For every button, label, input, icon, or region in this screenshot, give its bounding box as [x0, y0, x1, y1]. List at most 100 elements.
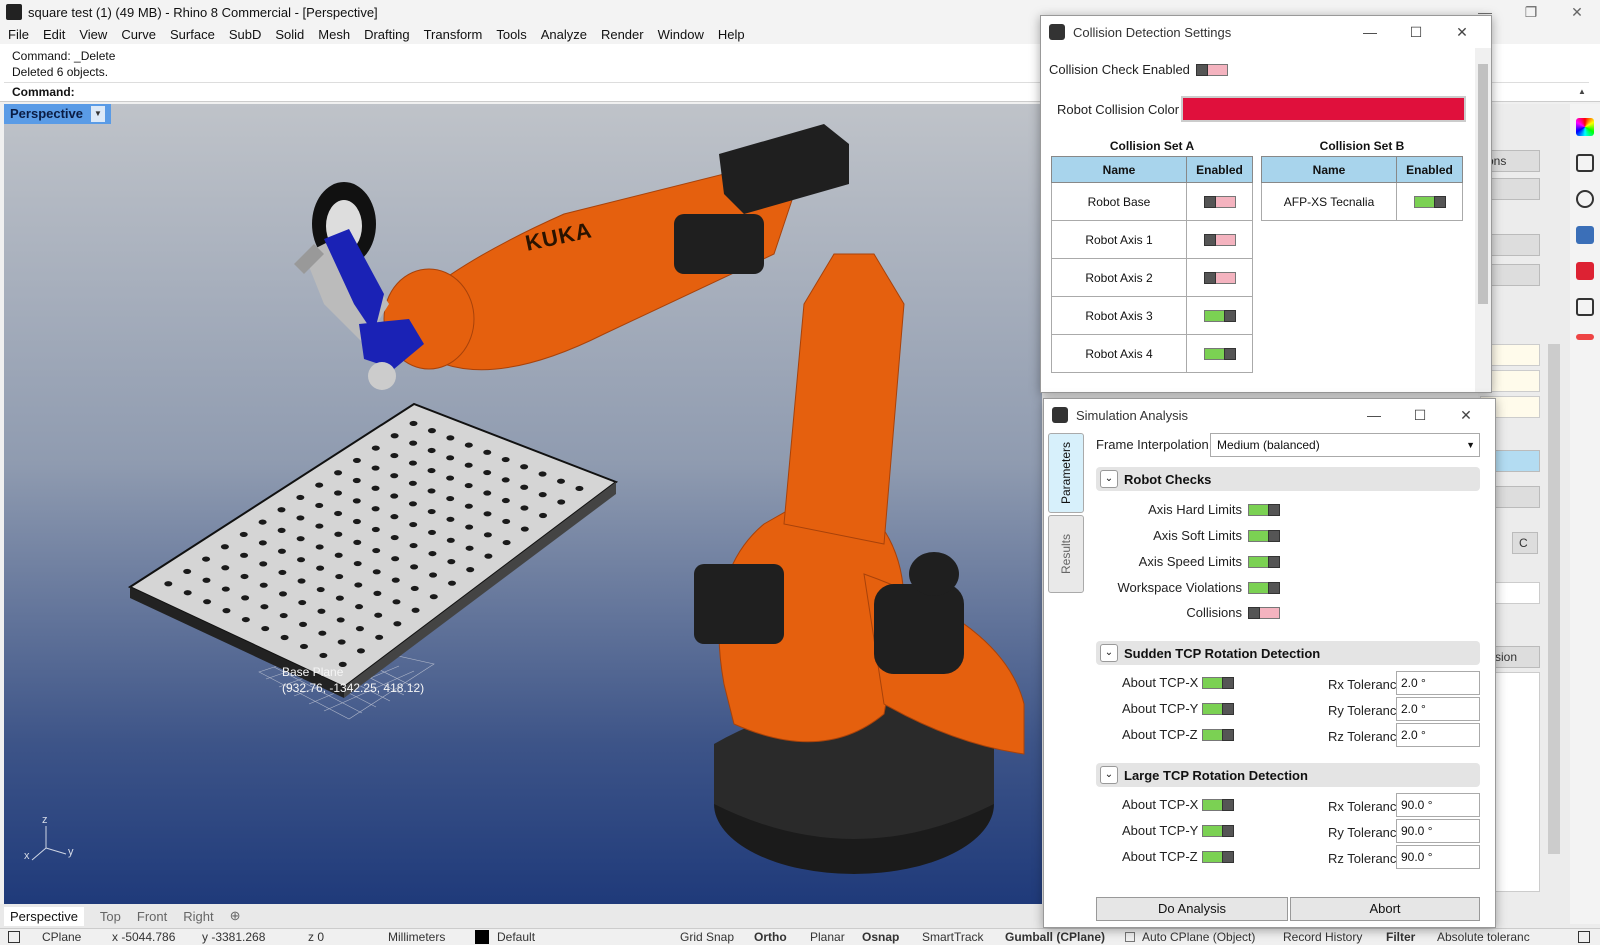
restore-icon[interactable]: ❐ — [1508, 0, 1554, 24]
large-axis-toggle[interactable] — [1201, 850, 1234, 863]
arrow-icon[interactable] — [1576, 334, 1594, 340]
status-cplane[interactable]: CPlane — [42, 930, 81, 944]
minimize-icon[interactable]: — — [1351, 407, 1397, 423]
tab-top[interactable]: Top — [100, 909, 121, 924]
check-toggle[interactable] — [1248, 529, 1280, 542]
check-toggle[interactable] — [1248, 503, 1280, 516]
status-smarttrack[interactable]: SmartTrack — [922, 930, 984, 944]
close-icon[interactable]: ✕ — [1554, 0, 1600, 24]
table-hole — [390, 452, 399, 459]
menu-mesh[interactable]: Mesh — [318, 27, 350, 42]
chevron-down-icon[interactable]: ⌄ — [1100, 644, 1118, 662]
menu-drafting[interactable]: Drafting — [364, 27, 410, 42]
base-plane-coords: (932.76, -1342.25, 418.12) — [282, 681, 425, 695]
menu-edit[interactable]: Edit — [43, 27, 65, 42]
status-ortho[interactable]: Ortho — [754, 930, 787, 944]
menu-view[interactable]: View — [79, 27, 107, 42]
sudden-axis-toggle[interactable] — [1201, 728, 1234, 741]
maximize-icon[interactable]: ☐ — [1393, 24, 1439, 41]
menu-analyze[interactable]: Analyze — [541, 27, 587, 42]
large-axis-toggle[interactable] — [1202, 824, 1235, 837]
robot-checks-header[interactable]: ⌄ Robot Checks — [1096, 467, 1480, 491]
set-a-row-toggle[interactable] — [1203, 234, 1236, 247]
display-icon[interactable] — [1576, 226, 1594, 244]
menu-solid[interactable]: Solid — [275, 27, 304, 42]
add-viewport-icon[interactable]: ⊕ — [230, 908, 241, 924]
panel-scrollbar[interactable] — [1548, 344, 1560, 854]
abort-button[interactable]: Abort — [1290, 897, 1480, 921]
check-toggle[interactable] — [1248, 555, 1280, 568]
filter-icon[interactable] — [1576, 154, 1594, 172]
status-osnap[interactable]: Osnap — [862, 930, 899, 944]
ry-large-tolerance-input[interactable]: 90.0 ° — [1396, 819, 1480, 843]
minimize-icon[interactable]: — — [1347, 24, 1393, 40]
menu-curve[interactable]: Curve — [121, 27, 156, 42]
collision-dialog-titlebar[interactable]: Collision Detection Settings — ☐ ✕ — [1041, 16, 1491, 48]
table-hole — [371, 526, 380, 533]
check-toggle[interactable] — [1248, 606, 1280, 619]
tab-parameters[interactable]: Parameters — [1048, 433, 1084, 513]
scrollbar-thumb[interactable] — [1478, 64, 1488, 304]
sudden-axis-toggle[interactable] — [1202, 702, 1235, 715]
sudden-axis-toggle[interactable] — [1202, 676, 1235, 689]
viewport-title-tab[interactable]: Perspective ▼ — [4, 104, 111, 124]
status-auto-cplane[interactable]: Auto CPlane (Object) — [1142, 930, 1255, 944]
table-hole — [375, 634, 384, 640]
rx-large-tolerance-input[interactable]: 90.0 ° — [1396, 793, 1480, 817]
set-a-row-toggle[interactable] — [1203, 272, 1236, 285]
frame-interp-select[interactable]: Medium (balanced) ▼ — [1210, 433, 1480, 457]
status-panel-icon[interactable] — [8, 931, 20, 943]
large-rotation-header[interactable]: ⌄ Large TCP Rotation Detection — [1096, 763, 1480, 787]
sim-dialog-titlebar[interactable]: Simulation Analysis — ☐ ✕ — [1044, 399, 1495, 431]
menu-render[interactable]: Render — [601, 27, 644, 42]
status-units[interactable]: Millimeters — [388, 930, 445, 944]
status-layer[interactable]: Default — [497, 930, 535, 944]
tag-icon[interactable] — [1576, 262, 1594, 280]
menu-subd[interactable]: SubD — [229, 27, 262, 42]
menu-window[interactable]: Window — [658, 27, 704, 42]
color-wheel-icon[interactable] — [1576, 118, 1594, 136]
panel-c-button[interactable]: C — [1512, 532, 1538, 554]
collision-dialog-scrollbar[interactable] — [1475, 48, 1491, 392]
menu-tools[interactable]: Tools — [496, 27, 526, 42]
monitor-icon[interactable] — [1576, 298, 1594, 316]
status-record-history[interactable]: Record History — [1283, 930, 1362, 944]
rx-tolerance-input[interactable]: 2.0 ° — [1396, 671, 1480, 695]
tab-front[interactable]: Front — [137, 909, 167, 924]
close-icon[interactable]: ✕ — [1443, 407, 1489, 424]
table-hole — [465, 545, 474, 551]
collision-check-toggle[interactable] — [1195, 63, 1228, 76]
tab-perspective[interactable]: Perspective — [4, 906, 84, 926]
set-a-row-toggle[interactable] — [1203, 310, 1236, 323]
collision-color-swatch[interactable] — [1181, 96, 1466, 122]
rz-large-tolerance-input[interactable]: 90.0 ° — [1396, 845, 1480, 869]
do-analysis-button[interactable]: Do Analysis — [1096, 897, 1288, 921]
ry-tolerance-input[interactable]: 2.0 ° — [1396, 697, 1480, 721]
check-toggle[interactable] — [1248, 581, 1280, 594]
status-gumball[interactable]: Gumball (CPlane) — [1005, 930, 1105, 944]
rz-tolerance-input[interactable]: 2.0 ° — [1396, 723, 1480, 747]
maximize-icon[interactable]: ☐ — [1397, 407, 1443, 424]
menu-help[interactable]: Help — [718, 27, 745, 42]
chevron-down-icon[interactable]: ⌄ — [1100, 766, 1118, 784]
sudden-rotation-header[interactable]: ⌄ Sudden TCP Rotation Detection — [1096, 641, 1480, 665]
target-icon[interactable] — [1576, 190, 1594, 208]
status-filter[interactable]: Filter — [1386, 930, 1415, 944]
menu-file[interactable]: File — [8, 27, 29, 42]
tab-results[interactable]: Results — [1048, 515, 1084, 593]
set-b-row-toggle[interactable] — [1413, 196, 1446, 209]
menu-surface[interactable]: Surface — [170, 27, 215, 42]
large-axis-toggle[interactable] — [1202, 798, 1235, 811]
close-icon[interactable]: ✕ — [1439, 24, 1485, 41]
set-a-row-toggle[interactable] — [1203, 348, 1236, 361]
tab-right[interactable]: Right — [183, 909, 213, 924]
menu-transform[interactable]: Transform — [424, 27, 483, 42]
chevron-down-icon[interactable]: ▼ — [91, 106, 105, 122]
command-scroll-icon[interactable]: ▲▼ — [1575, 83, 1589, 114]
status-planar[interactable]: Planar — [810, 930, 845, 944]
status-grid-snap[interactable]: Grid Snap — [680, 930, 734, 944]
perspective-viewport[interactable]: Perspective ▼ KUKA Base Plane (932.76, -… — [4, 104, 1042, 904]
status-panel-right-icon[interactable] — [1578, 931, 1590, 943]
set-a-row-toggle[interactable] — [1203, 196, 1236, 209]
chevron-down-icon[interactable]: ⌄ — [1100, 470, 1118, 488]
